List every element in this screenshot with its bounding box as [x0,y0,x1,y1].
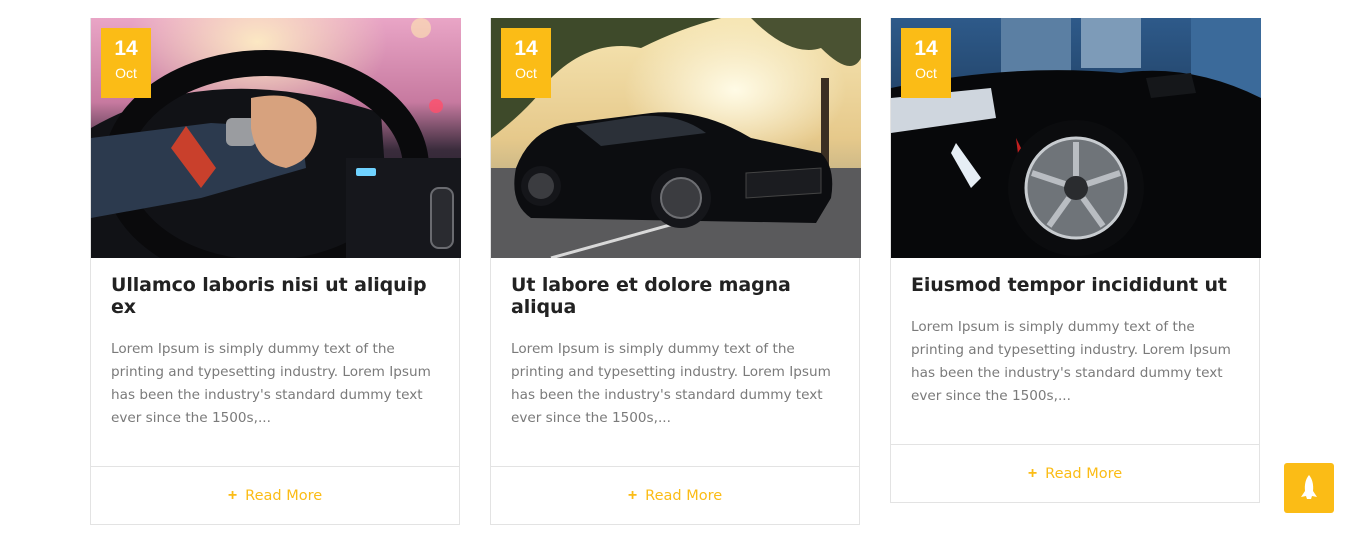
blog-card: 14 Oct Eiusmod tempor incididunt ut Lore… [890,18,1261,503]
plus-icon: + [1027,464,1038,482]
blog-card: 14 Oct Ut labore et dolore magna aliqua … [490,18,861,525]
scroll-to-top-button[interactable] [1284,463,1334,513]
plus-icon: + [227,486,238,504]
date-month: Oct [915,65,937,81]
post-image[interactable]: 14 Oct [491,18,861,258]
blog-card: 14 Oct Ullamco laboris nisi ut aliquip e… [90,18,461,525]
post-excerpt: Lorem Ipsum is simply dummy text of the … [111,341,431,426]
post-title[interactable]: Eiusmod tempor incididunt ut [911,274,1239,296]
card-footer: + Read More [91,466,459,524]
date-badge: 14 Oct [901,28,951,98]
post-title[interactable]: Ut labore et dolore magna aliqua [511,274,839,318]
blog-cards: 14 Oct Ullamco laboris nisi ut aliquip e… [90,18,1261,525]
card-body: Eiusmod tempor incididunt ut Lorem Ipsum… [891,258,1259,444]
date-badge: 14 Oct [101,28,151,98]
read-more-link[interactable]: Read More [645,488,722,504]
plus-icon: + [627,486,638,504]
rocket-icon [1301,475,1317,499]
date-day: 14 [514,37,538,60]
date-month: Oct [515,65,537,81]
date-month: Oct [115,65,137,81]
card-body: Ut labore et dolore magna aliqua Lorem I… [491,258,859,466]
date-badge: 14 Oct [501,28,551,98]
card-footer: + Read More [891,444,1259,502]
post-image[interactable]: 14 Oct [91,18,461,258]
post-excerpt: Lorem Ipsum is simply dummy text of the … [911,319,1231,404]
read-more-link[interactable]: Read More [245,488,322,504]
post-image[interactable]: 14 Oct [891,18,1261,258]
post-title[interactable]: Ullamco laboris nisi ut aliquip ex [111,274,439,318]
card-footer: + Read More [491,466,859,524]
date-day: 14 [114,37,138,60]
date-day: 14 [914,37,938,60]
card-body: Ullamco laboris nisi ut aliquip ex Lorem… [91,258,459,466]
post-excerpt: Lorem Ipsum is simply dummy text of the … [511,341,831,426]
read-more-link[interactable]: Read More [1045,466,1122,482]
